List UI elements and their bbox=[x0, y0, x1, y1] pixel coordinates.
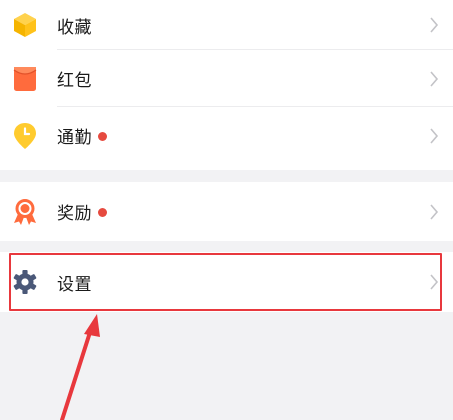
menu-item-label: 收藏 bbox=[57, 17, 92, 38]
clock-pin-icon bbox=[11, 122, 39, 150]
menu-item-label: 设置 bbox=[57, 274, 92, 295]
menu-item-label: 通勤 bbox=[57, 123, 107, 148]
chevron-right-icon bbox=[430, 17, 439, 33]
notification-dot bbox=[98, 207, 107, 217]
notification-dot bbox=[98, 131, 107, 141]
menu-item-settings[interactable]: 设置 bbox=[0, 252, 453, 312]
menu-item-label: 奖励 bbox=[57, 199, 107, 224]
menu-item-rewards[interactable]: 奖励 bbox=[0, 182, 453, 241]
menu-group-settings: 设置 bbox=[0, 252, 453, 312]
gear-icon bbox=[11, 268, 39, 296]
menu-item-commute[interactable]: 通勤 bbox=[0, 107, 453, 164]
menu-group-primary: 收藏 红包 通勤 bbox=[0, 0, 453, 170]
chevron-right-icon bbox=[430, 127, 439, 144]
menu-group-rewards: 奖励 bbox=[0, 182, 453, 241]
cube-box-icon bbox=[11, 11, 39, 39]
menu-item-label: 红包 bbox=[57, 71, 92, 91]
red-envelope-icon bbox=[11, 65, 39, 93]
menu-item-red-envelope[interactable]: 红包 bbox=[0, 50, 453, 107]
chevron-right-icon bbox=[430, 70, 439, 87]
chevron-right-icon bbox=[430, 274, 439, 290]
chevron-right-icon bbox=[430, 203, 439, 220]
menu-item-favorites[interactable]: 收藏 bbox=[0, 0, 453, 50]
settings-menu-screen: 收藏 红包 通勤 奖励 设置 bbox=[0, 0, 453, 420]
award-medal-icon bbox=[11, 198, 39, 226]
